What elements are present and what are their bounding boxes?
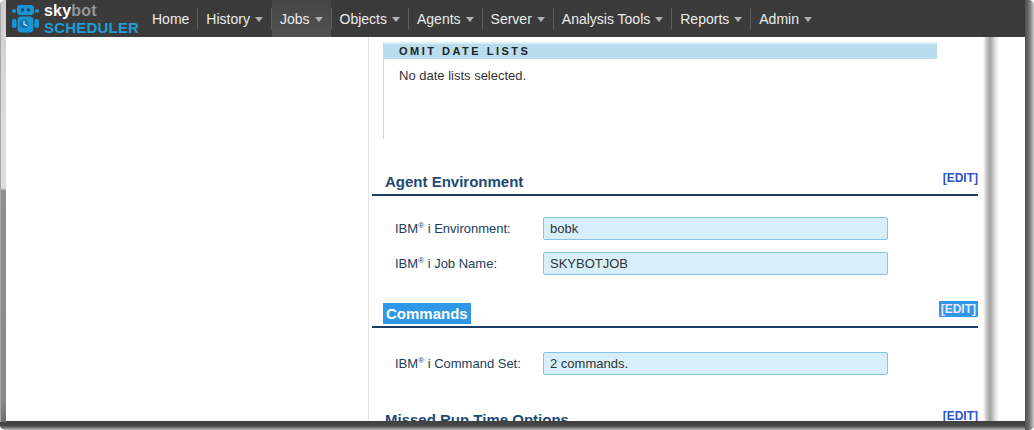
field-row-ibm-i-environment: IBM® i Environment: <box>395 217 978 240</box>
field-row-ibm-i-command-set: IBM® i Command Set: <box>395 352 978 375</box>
nav-item-admin[interactable]: Admin <box>751 0 820 37</box>
browser-window: skybot SCHEDULER Home History Jobs Objec… <box>0 0 1034 430</box>
chevron-down-icon <box>392 17 400 22</box>
main-nav: skybot SCHEDULER Home History Jobs Objec… <box>6 0 1025 37</box>
section-header-agent-environment: Agent Environment [EDIT] <box>372 173 978 196</box>
job-detail-panel: OMIT DATE LISTS No date lists selected. … <box>372 37 978 430</box>
section-title: Agent Environment <box>385 173 523 190</box>
nav-menu: Home History Jobs Objects Agents Server … <box>144 0 820 37</box>
nav-item-agents[interactable]: Agents <box>409 0 482 37</box>
scrollbar[interactable] <box>983 37 999 422</box>
omit-date-lists-header: OMIT DATE LISTS <box>383 42 937 59</box>
nav-item-server[interactable]: Server <box>483 0 553 37</box>
window-frame-bottom <box>0 421 1034 430</box>
nav-item-home[interactable]: Home <box>144 0 197 37</box>
field-row-ibm-i-job-name: IBM® i Job Name: <box>395 252 978 275</box>
panel-divider <box>368 37 369 422</box>
robot-icon <box>10 3 41 35</box>
chevron-down-icon <box>804 17 812 22</box>
omit-date-lists-empty-text: No date lists selected. <box>383 59 937 139</box>
chevron-down-icon <box>655 17 663 22</box>
edit-link-agent-environment[interactable]: [EDIT] <box>943 171 978 185</box>
nav-item-jobs[interactable]: Jobs <box>272 0 331 37</box>
nav-item-history[interactable]: History <box>198 0 271 37</box>
section-title: Commands <box>383 303 471 324</box>
ibm-i-environment-input[interactable] <box>543 217 888 240</box>
nav-item-reports[interactable]: Reports <box>672 0 750 37</box>
field-label: IBM® i Command Set: <box>395 356 543 371</box>
omit-date-lists-box: OMIT DATE LISTS No date lists selected. <box>383 42 937 139</box>
ibm-i-job-name-input[interactable] <box>543 252 888 275</box>
chevron-down-icon <box>466 17 474 22</box>
chevron-down-icon <box>734 17 742 22</box>
field-label: IBM® i Job Name: <box>395 256 543 271</box>
edit-link-commands[interactable]: [EDIT] <box>939 301 978 317</box>
nav-item-analysis-tools[interactable]: Analysis Tools <box>554 0 671 37</box>
window-frame-left <box>0 0 6 422</box>
chevron-down-icon <box>315 17 323 22</box>
ibm-i-command-set-input[interactable] <box>543 352 888 375</box>
skybot-logo[interactable]: skybot SCHEDULER <box>6 0 144 37</box>
section-header-commands: Commands [EDIT] <box>372 303 978 328</box>
window-frame-right <box>1025 0 1034 430</box>
brand-name: skybot <box>44 3 139 19</box>
field-label: IBM® i Environment: <box>395 221 543 236</box>
chevron-down-icon <box>537 17 545 22</box>
chevron-down-icon <box>255 17 263 22</box>
nav-item-objects[interactable]: Objects <box>332 0 408 37</box>
brand-subtitle: SCHEDULER <box>44 20 139 35</box>
